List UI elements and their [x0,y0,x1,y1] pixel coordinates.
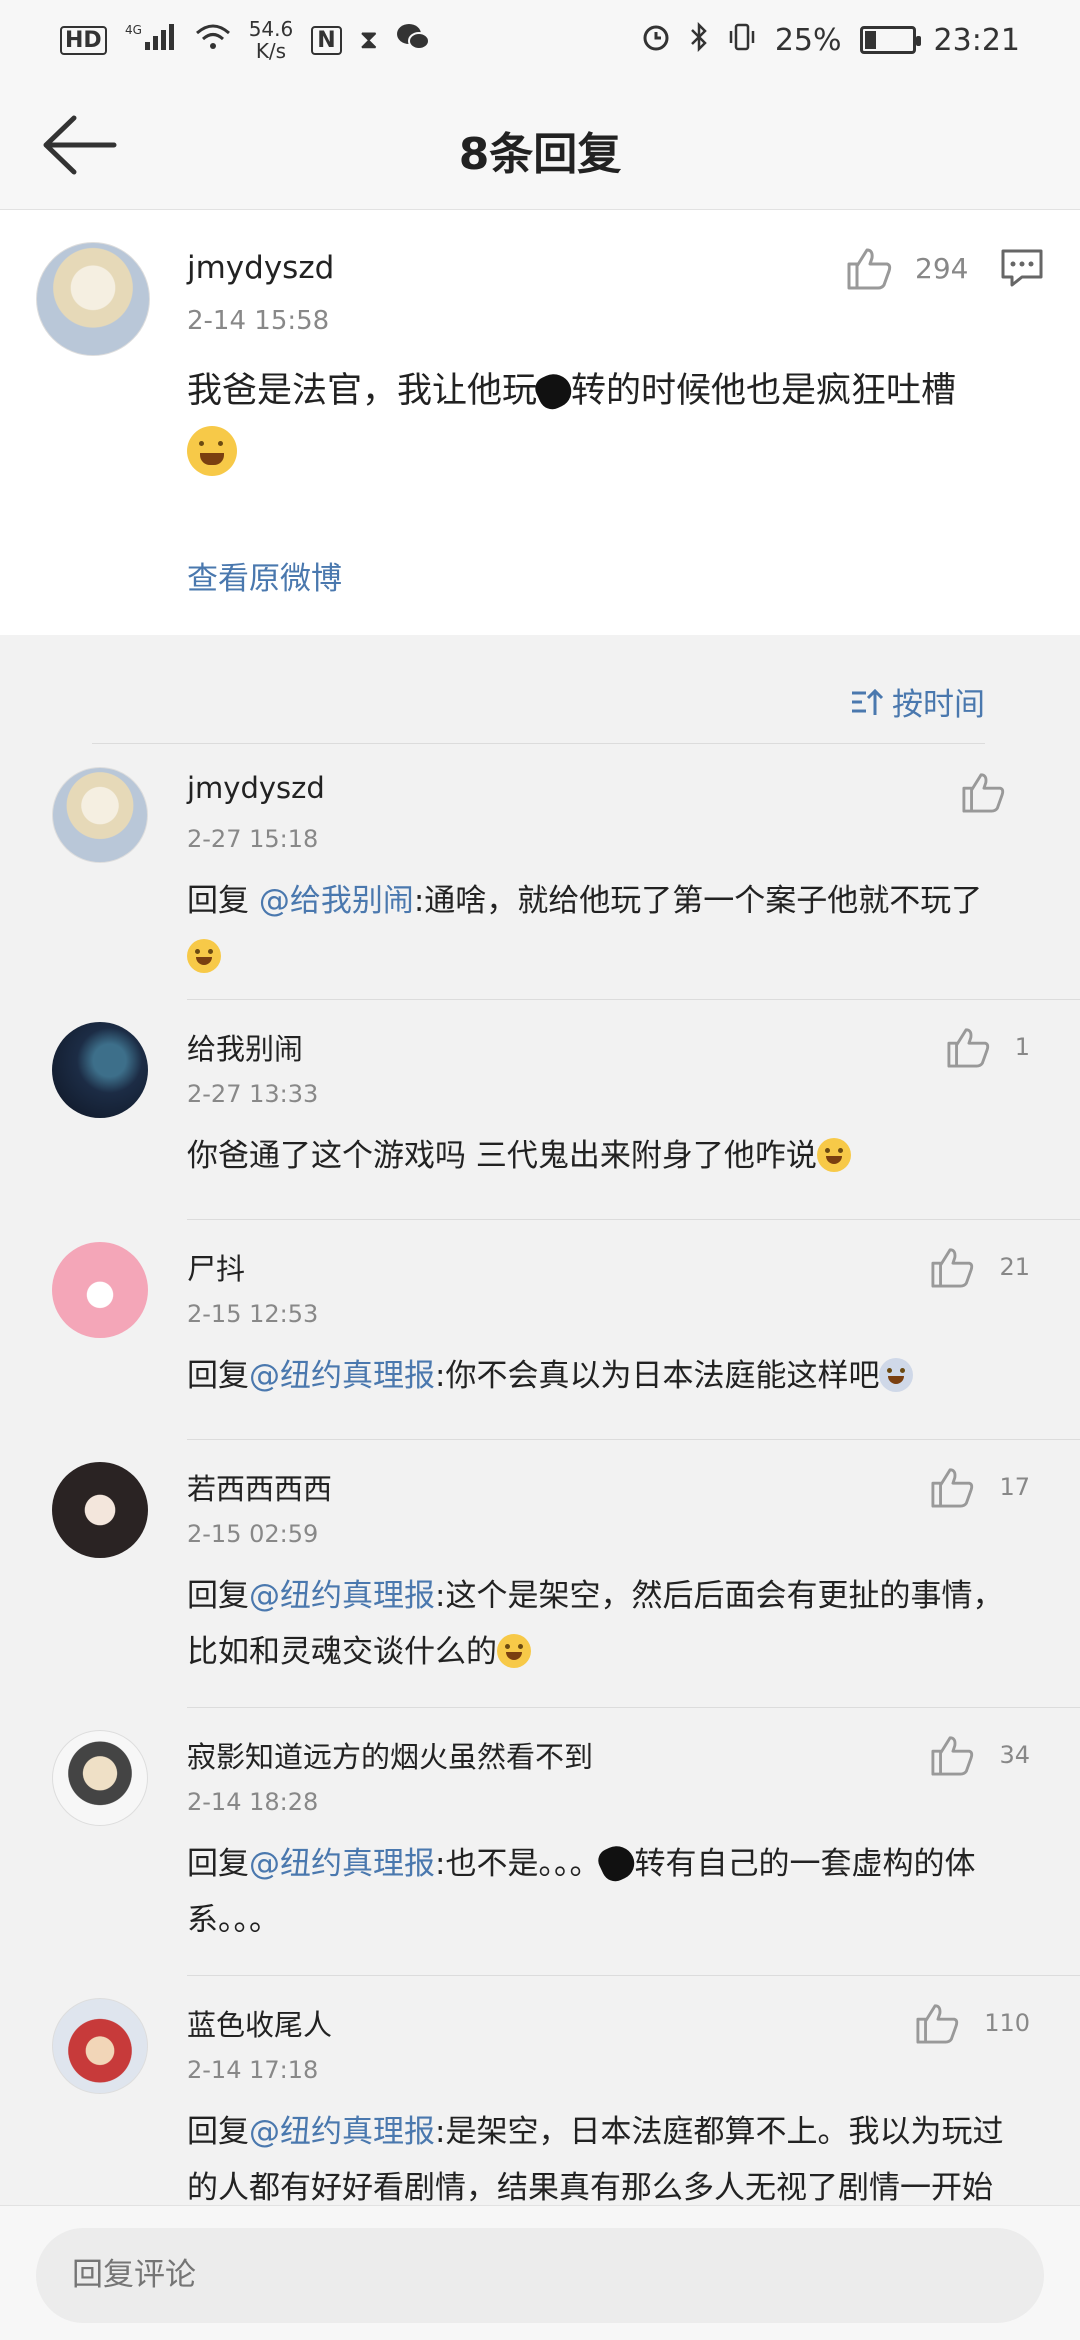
mention-link[interactable]: @纽约真理报 [249,1846,435,1882]
mention-link[interactable]: @纽约真理报 [249,1578,435,1614]
reply-item: jmydyszd 2-27 15:18 回复 @给我别闹:通啥，就给他玩了第一个… [0,745,1080,1000]
bottom-reply-bar [0,2205,1080,2340]
like-count: 21 [999,1253,1030,1281]
like-count: 34 [999,1741,1030,1769]
mention-link[interactable]: @纽约真理报 [249,2114,435,2150]
bluetooth-icon [689,21,709,59]
timestamp: 2-27 13:33 [187,1080,319,1108]
timestamp: 2-14 18:28 [187,1788,319,1816]
thumbs-up-icon [962,773,1005,813]
like-count: 17 [999,1473,1030,1501]
reply-text: 回复@纽约真理报:也不是。。。 转有自己的一套虚构的体系。。。 [187,1836,1027,1948]
sort-by-time-button[interactable]: 按时间 [850,679,985,724]
timestamp: 2-14 15:58 [187,306,330,336]
username[interactable]: 尸抖 [187,1246,245,1288]
avatar[interactable] [52,1998,148,2094]
nfc-icon: N [311,25,342,55]
like-button[interactable]: 110 [914,2002,1030,2044]
reply-comment-input[interactable] [36,2228,1044,2323]
thumbs-up-icon [931,1736,974,1776]
page-title: 8条回复 [458,129,622,180]
original-comment: jmydyszd 2-14 15:58 294 我爸是法官，我让他玩 转的时候他也… [0,210,1080,635]
network-speed: 54.6 K/s [248,17,294,63]
sort-icon [852,688,884,715]
like-button[interactable]: 17 [929,1466,1030,1508]
username[interactable]: 若西西西西 [187,1466,332,1508]
avatar[interactable] [52,1730,148,1826]
like-count: 110 [984,2009,1030,2037]
laughing-crying-emoji-icon [187,939,221,973]
like-button[interactable]: 34 [929,1734,1030,1776]
laughing-emoji-icon [497,1634,531,1668]
divider [92,743,985,744]
4g-signal-icon: 4G [125,22,177,59]
comment-icon [1001,249,1043,287]
hd-icon: HD [60,25,107,55]
avatar[interactable] [52,1022,148,1118]
timestamp: 2-27 15:18 [187,825,319,853]
like-button[interactable]: 21 [929,1246,1030,1288]
like-button[interactable]: 1 [945,1026,1030,1068]
username[interactable]: 寂影知道远方的烟火虽然看不到 [187,1734,593,1776]
thumbs-up-icon [847,248,892,290]
username[interactable]: 给我别闹 [187,1026,303,1068]
reply-text: 回复 @给我别闹:通啥，就给他玩了第一个案子他就不玩了 [187,873,1027,985]
alarm-icon [641,22,671,59]
reply-text: 回复@纽约真理报:这个是架空，然后后面会有更扯的事情，比如和灵魂交谈什么的 [187,1578,1004,1670]
redaction-mark [531,368,577,414]
reply-text: 你爸通了这个游戏吗 三代鬼出来附身了他咋说 [187,1128,1027,1184]
like-button[interactable]: 294 [845,246,968,290]
reply-item: 给我别闹 2-27 13:33 1 你爸通了这个游戏吗 三代鬼出来附身了他咋说 [0,1000,1080,1220]
reply-item: 若西西西西 2-15 02:59 17 回复@纽约真理报:这个是架空，然后后面会… [0,1440,1080,1708]
vibrate-icon [727,22,757,59]
sort-bar: 按时间 [0,635,1080,745]
thumbs-up-icon [916,2004,959,2044]
thumbs-up-icon [931,1248,974,1288]
status-bar: HD 4G 54.6 K/s N ⧗ 25% 23:21 [0,0,1080,80]
wechat-icon [396,23,430,58]
avatar[interactable] [52,1462,148,1558]
timestamp: 2-15 02:59 [187,1520,319,1548]
top-bar: 8条回复 [0,80,1080,210]
avatar[interactable] [36,242,150,356]
mention-link[interactable]: @给我别闹 [259,883,414,919]
avatar[interactable] [52,767,148,863]
mention-link[interactable]: @纽约真理报 [249,1358,435,1394]
laughing-crying-emoji-icon [187,426,237,476]
view-original-link[interactable]: 查看原微博 [187,553,342,598]
reply-item: 蓝色收尾人 2-14 17:18 110 回复@纽约真理报:是架空，日本法庭都算… [0,1976,1080,2205]
like-count: 1 [1014,1033,1030,1061]
thumbs-up-icon [931,1468,974,1508]
timestamp: 2-14 17:18 [187,2056,319,2084]
reply-text: 回复@纽约真理报:是架空，日本法庭都算不上。我以为玩过的人都有好好看剧情，结果真… [187,2114,1004,2205]
like-count: 294 [915,251,969,285]
sort-label: 按时间 [892,687,985,723]
smile-emoji-icon [816,1138,851,1172]
username[interactable]: jmydyszd [187,250,334,286]
clock: 23:21 [933,22,1020,58]
reply-text: 回复@纽约真理报:你不会真以为日本法庭能这样吧 [187,1348,1027,1404]
like-button[interactable] [960,771,1030,813]
battery-percent: 25% [774,22,842,58]
reply-item: 尸抖 2-15 12:53 21 回复@纽约真理报:你不会真以为日本法庭能这样吧 [0,1220,1080,1440]
reply-item: 寂影知道远方的烟火虽然看不到 2-14 18:28 34 回复@纽约真理报:也不… [0,1708,1080,1976]
comment-button[interactable] [1000,248,1044,292]
battery-icon [859,26,921,54]
wifi-icon [195,23,231,58]
avatar[interactable] [52,1242,148,1338]
username[interactable]: jmydyszd [187,771,325,805]
thumbs-up-icon [947,1028,989,1068]
timestamp: 2-15 12:53 [187,1300,319,1328]
comment-text: 我爸是法官，我让他玩 转的时候他也是疯狂吐槽 [187,360,1027,484]
username[interactable]: 蓝色收尾人 [187,2002,332,2044]
svg-text:4G: 4G [125,23,142,37]
hourglass-icon: ⧗ [359,24,378,55]
shocked-emoji-icon [879,1358,914,1392]
